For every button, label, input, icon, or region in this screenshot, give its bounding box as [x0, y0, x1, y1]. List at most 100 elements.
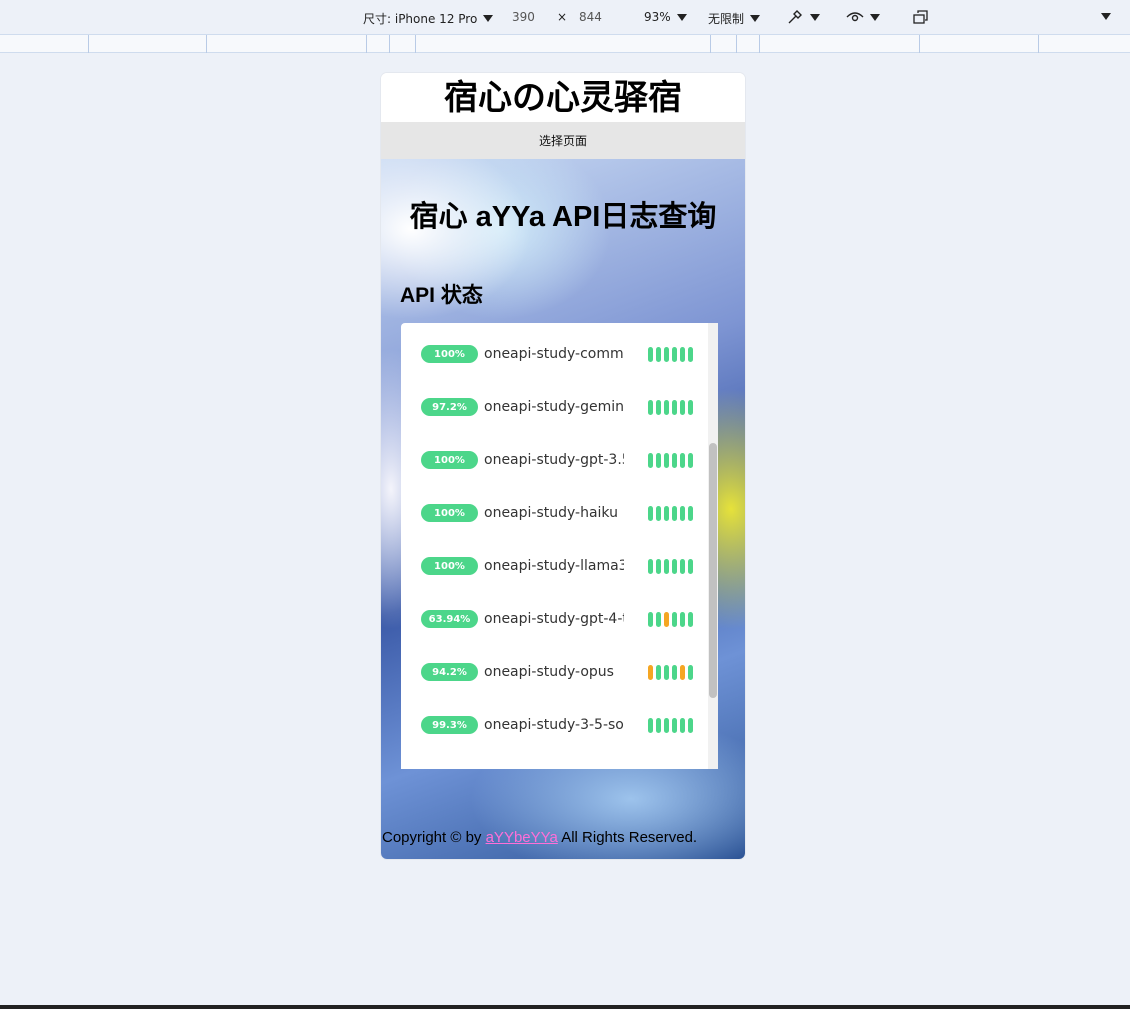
status-bar-ok[interactable]: [672, 558, 677, 574]
site-logo[interactable]: 宿心の心灵驿宿: [444, 78, 682, 118]
status-bar-ok[interactable]: [656, 505, 661, 521]
status-bar-ok[interactable]: [664, 664, 669, 680]
status-history: [648, 558, 693, 574]
status-history: [648, 505, 693, 521]
status-bar-ok[interactable]: [672, 346, 677, 362]
section-title: API 状态: [400, 284, 483, 307]
page-select-nav[interactable]: 选择页面: [381, 122, 745, 159]
api-status-list: 100% oneapi-study-command-r 97.2% oneapi-st…: [412, 323, 706, 769]
status-bar-ok[interactable]: [664, 558, 669, 574]
zoom-select[interactable]: 93%: [644, 10, 687, 24]
api-status-row[interactable]: 94.2% oneapi-study-opus: [412, 659, 706, 685]
status-bar-ok[interactable]: [648, 399, 653, 415]
status-bar-ok[interactable]: [688, 558, 693, 574]
status-bar-ok[interactable]: [656, 399, 661, 415]
status-bar-ok[interactable]: [688, 399, 693, 415]
status-bar-ok[interactable]: [688, 505, 693, 521]
api-name: oneapi-study-haiku: [484, 505, 618, 521]
status-bar-ok[interactable]: [680, 452, 685, 468]
device-select[interactable]: 尺寸: iPhone 12 Pro: [363, 10, 494, 27]
media-query-ruler[interactable]: [0, 34, 1130, 53]
status-bar-ok[interactable]: [680, 717, 685, 733]
page-title: 宿心 aYYa API日志查询: [409, 201, 717, 233]
status-bar-ok[interactable]: [648, 346, 653, 362]
chevron-down-icon: [676, 13, 687, 21]
ruler-tick: [415, 35, 416, 53]
status-history: [648, 346, 693, 362]
api-status-row[interactable]: 100% oneapi-study-haiku: [412, 500, 706, 526]
rotate-icon: [913, 10, 928, 24]
more-options-button[interactable]: [1101, 13, 1111, 20]
api-name: oneapi-study-gpt-4-t: [484, 611, 624, 627]
status-bar-ok[interactable]: [672, 452, 677, 468]
status-bar-ok[interactable]: [656, 452, 661, 468]
status-bar-ok[interactable]: [656, 717, 661, 733]
api-status-row[interactable]: 63.94% oneapi-study-gpt-4-t: [412, 606, 706, 632]
uptime-badge: 100%: [421, 504, 478, 522]
uptime-badge: 100%: [421, 557, 478, 575]
status-bar-ok[interactable]: [672, 611, 677, 627]
status-bar-ok[interactable]: [656, 346, 661, 362]
status-bar-ok[interactable]: [664, 399, 669, 415]
eye-icon: [846, 12, 864, 22]
rotate-button[interactable]: [912, 8, 930, 26]
status-bar-ok[interactable]: [680, 505, 685, 521]
scrollbar-thumb[interactable]: [709, 443, 717, 698]
device-viewport: 宿心の心灵驿宿 选择页面 宿心 aYYa API日志查询 API 状态 100%…: [381, 73, 745, 859]
status-bar-ok[interactable]: [648, 717, 653, 733]
status-bar-ok[interactable]: [648, 558, 653, 574]
status-bar-ok[interactable]: [656, 558, 661, 574]
throttle-select[interactable]: 无限制: [708, 10, 761, 27]
vision-button[interactable]: [846, 8, 880, 26]
status-bar-ok[interactable]: [672, 505, 677, 521]
status-bar-warning[interactable]: [680, 664, 685, 680]
more-icon: [1101, 13, 1111, 20]
api-status-row[interactable]: 100% oneapi-study-llama3-: [412, 553, 706, 579]
status-bar-ok[interactable]: [680, 346, 685, 362]
footer-suffix: All Rights Reserved.: [557, 829, 698, 846]
api-status-row[interactable]: 100% oneapi-study-command-r: [412, 341, 706, 367]
status-bar-warning[interactable]: [664, 611, 669, 627]
status-bar-warning[interactable]: [648, 664, 653, 680]
api-status-row[interactable]: 97.2% oneapi-study-gemini: [412, 394, 706, 420]
status-bar-ok[interactable]: [648, 452, 653, 468]
ruler-tick: [1038, 35, 1039, 53]
api-name: oneapi-study-opus: [484, 664, 614, 680]
status-bar-ok[interactable]: [672, 717, 677, 733]
status-bar-ok[interactable]: [664, 452, 669, 468]
status-bar-ok[interactable]: [656, 611, 661, 627]
status-bar-ok[interactable]: [688, 611, 693, 627]
status-history: [648, 717, 693, 733]
status-bar-ok[interactable]: [688, 717, 693, 733]
panel-scrollbar[interactable]: [708, 323, 718, 769]
status-bar-ok[interactable]: [664, 346, 669, 362]
status-bar-ok[interactable]: [664, 505, 669, 521]
status-bar-ok[interactable]: [648, 611, 653, 627]
status-bar-ok[interactable]: [656, 664, 661, 680]
status-bar-ok[interactable]: [680, 558, 685, 574]
status-bar-ok[interactable]: [688, 452, 693, 468]
height-input[interactable]: 844: [579, 10, 602, 24]
eyedropper-button[interactable]: [786, 8, 820, 26]
status-bar-ok[interactable]: [688, 664, 693, 680]
ruler-tick: [710, 35, 711, 53]
status-bar-ok[interactable]: [688, 346, 693, 362]
status-bar-ok[interactable]: [672, 399, 677, 415]
status-bar-ok[interactable]: [664, 717, 669, 733]
device-toolbar: 尺寸: iPhone 12 Pro 390 × 844 93% 无限制: [0, 0, 1130, 34]
height-value: 844: [579, 10, 602, 24]
status-bar-ok[interactable]: [672, 664, 677, 680]
status-bar-ok[interactable]: [648, 505, 653, 521]
zoom-value: 93%: [644, 10, 671, 24]
chevron-down-icon: [810, 13, 820, 21]
api-status-row[interactable]: 99.3% oneapi-study-3-5-sonnet: [412, 712, 706, 738]
api-status-panel[interactable]: 100% oneapi-study-command-r 97.2% oneapi-st…: [401, 323, 718, 769]
api-status-row[interactable]: 100% oneapi-study-gpt-3.5: [412, 447, 706, 473]
status-bar-ok[interactable]: [680, 399, 685, 415]
width-input[interactable]: 390: [512, 10, 535, 24]
api-name: oneapi-study-gemini: [484, 399, 624, 415]
chevron-down-icon: [483, 15, 494, 22]
status-bar-ok[interactable]: [680, 611, 685, 627]
main-content: 宿心 aYYa API日志查询 API 状态 100% oneapi-study-…: [381, 159, 745, 859]
author-link[interactable]: aYYbeYYa: [486, 829, 558, 846]
